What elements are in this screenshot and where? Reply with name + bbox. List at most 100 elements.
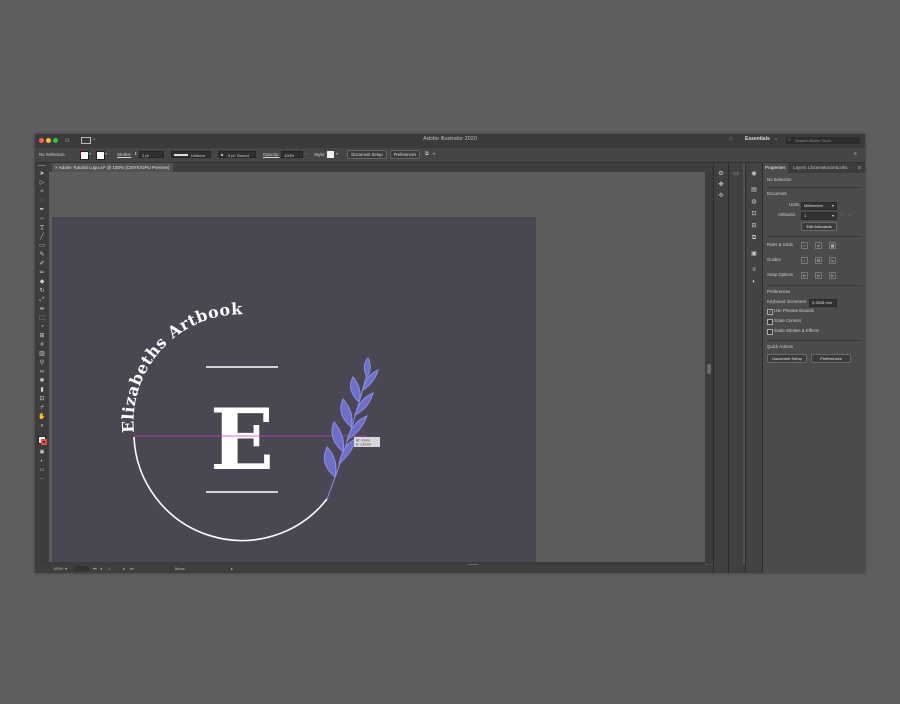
- line-tool-icon[interactable]: ╱: [38, 234, 46, 241]
- paintbrush-tool-icon[interactable]: ✎: [38, 252, 46, 259]
- zoom-tool-icon[interactable]: ⌕: [38, 423, 46, 430]
- panel-menu-icon[interactable]: ≡: [854, 151, 857, 157]
- transparency-panel-icon[interactable]: ◐: [750, 279, 758, 286]
- pencil-tool-icon[interactable]: ✏: [38, 270, 46, 277]
- blend-tool-icon[interactable]: ∞: [38, 369, 46, 376]
- use-preview-bounds-checkbox[interactable]: ✓: [767, 309, 773, 315]
- chevron-left-icon[interactable]: ‹: [841, 212, 842, 217]
- rotate-view-field[interactable]: [75, 566, 89, 571]
- workspace-switcher[interactable]: Essentials: [745, 136, 770, 142]
- brush-definition[interactable]: 5 pt. Round: [218, 151, 256, 158]
- toolbar-grip[interactable]: [38, 165, 46, 166]
- scale-strokes-checkbox[interactable]: [767, 329, 773, 335]
- show-guides-icon[interactable]: ⫶: [801, 257, 808, 264]
- artboard-tool-icon[interactable]: ⊡: [38, 396, 46, 403]
- rotate-tool-icon[interactable]: ↻: [38, 288, 46, 295]
- curvature-tool-icon[interactable]: ∽: [38, 216, 46, 223]
- snap-to-pixel-icon[interactable]: ⊳: [829, 272, 836, 279]
- more-tools-icon[interactable]: ···: [38, 476, 46, 483]
- draw-mode-icon[interactable]: ◐: [38, 458, 46, 465]
- properties-panel-icon[interactable]: ⚙: [717, 171, 725, 178]
- symbol-sprayer-tool-icon[interactable]: ✺: [38, 378, 46, 385]
- rulers-icon[interactable]: ⌐: [801, 242, 808, 249]
- appearance-panel-icon[interactable]: ✥: [717, 182, 725, 189]
- artboard-dropdown[interactable]: 1 ▾: [801, 212, 837, 220]
- document-setup-button[interactable]: Document Setup: [347, 150, 387, 159]
- close-tab-icon[interactable]: ×: [55, 165, 58, 170]
- scale-corners-checkbox[interactable]: [767, 319, 773, 325]
- chevron-down-icon[interactable]: ▾: [336, 151, 338, 156]
- panel-menu-icon[interactable]: ≡: [858, 165, 861, 171]
- canvas-area[interactable]: Elizabeths Artbook E W: -0 mm H: 1.6 mm: [49, 172, 705, 564]
- gradient-tool-icon[interactable]: ▥: [38, 351, 46, 358]
- stroke-weight-field[interactable]: 2 pt: [139, 151, 164, 158]
- document-info-icon[interactable]: ▤: [750, 187, 758, 194]
- slice-tool-icon[interactable]: ⌿: [38, 405, 46, 412]
- graphic-style-swatch[interactable]: [327, 151, 334, 158]
- chevron-down-icon[interactable]: ⌄: [774, 136, 778, 142]
- artboard-number[interactable]: 1: [108, 565, 110, 573]
- direct-selection-tool-icon[interactable]: ▷: [38, 180, 46, 187]
- perspective-grid-tool-icon[interactable]: ⊞: [38, 333, 46, 340]
- artboards-panel-icon[interactable]: ▭: [732, 171, 740, 178]
- chevron-down-icon[interactable]: ▾: [105, 151, 107, 156]
- pixel-grid-icon[interactable]: ▦: [829, 242, 836, 249]
- tab-links[interactable]: Links: [837, 163, 848, 173]
- chevron-down-icon[interactable]: ▾: [65, 565, 67, 573]
- last-artboard-icon[interactable]: ⏭: [130, 565, 134, 573]
- logo-artwork[interactable]: Elizabeths Artbook E W: -0 mm H: 1.6 mm: [49, 172, 705, 562]
- first-artboard-icon[interactable]: ⏮: [93, 565, 97, 573]
- lightbulb-icon[interactable]: ♢: [728, 136, 733, 143]
- color-mode-icon[interactable]: ▣: [38, 449, 46, 456]
- leaf-branch[interactable]: [323, 357, 379, 500]
- opacity-label[interactable]: Opacity:: [263, 151, 280, 159]
- stroke-label[interactable]: Stroke:: [117, 151, 131, 159]
- chevron-down-icon[interactable]: ▾: [89, 151, 91, 156]
- preferences-button[interactable]: Preferences: [811, 354, 851, 363]
- lock-guides-icon[interactable]: ⊟: [815, 257, 822, 264]
- grid-icon[interactable]: #: [815, 242, 822, 249]
- search-stock-input[interactable]: ⌕ Search Adobe Stock: [786, 137, 860, 144]
- arrange-icon[interactable]: ⧉: [425, 151, 429, 157]
- pen-tool-icon[interactable]: ✒: [38, 207, 46, 214]
- magic-wand-tool-icon[interactable]: ✧: [38, 189, 46, 196]
- document-tab[interactable]: × Adobe Tutorial Logo.ai* @ 150% (CMYK/G…: [52, 163, 173, 172]
- chevron-right-icon[interactable]: ›: [849, 212, 850, 217]
- document-setup-button[interactable]: Document Setup: [767, 354, 807, 363]
- navigator-panel-icon[interactable]: ✣: [717, 193, 725, 200]
- align-panel-icon[interactable]: ⊟: [750, 223, 758, 230]
- stroke-stepper-icon[interactable]: ⬍: [134, 151, 137, 156]
- stroke-panel-icon[interactable]: ≡: [750, 267, 758, 274]
- color-guide-icon[interactable]: ◍: [750, 199, 758, 206]
- snap-to-grid-icon[interactable]: ⊳: [815, 272, 822, 279]
- eraser-tool-icon[interactable]: ◆: [38, 279, 46, 286]
- gradient-panel-icon[interactable]: ▣: [750, 251, 758, 258]
- selection-tool-icon[interactable]: ➤: [38, 171, 46, 178]
- screen-mode-icon[interactable]: ▭: [38, 467, 46, 474]
- hand-tool-icon[interactable]: ✋: [38, 414, 46, 421]
- rectangle-tool-icon[interactable]: ▭: [38, 243, 46, 250]
- stroke-swatch[interactable]: [96, 151, 105, 160]
- chevron-right-icon[interactable]: ›: [305, 151, 306, 156]
- zoom-level[interactable]: 150%: [53, 565, 63, 573]
- tab-layers[interactable]: Layers: [793, 163, 807, 173]
- snap-to-point-icon[interactable]: ⊳: [801, 272, 808, 279]
- prev-artboard-icon[interactable]: ◂: [100, 565, 102, 573]
- tab-actions[interactable]: Actions: [823, 163, 838, 173]
- next-artboard-icon[interactable]: ▸: [123, 565, 125, 573]
- chevron-down-icon[interactable]: ▾: [433, 151, 435, 156]
- monogram-letter[interactable]: E: [210, 390, 274, 489]
- shaper-tool-icon[interactable]: ✐: [38, 261, 46, 268]
- edit-artboards-button[interactable]: Edit Artboards: [801, 222, 837, 231]
- units-dropdown[interactable]: Millimeters ▾: [801, 202, 837, 210]
- vertical-scrollbar[interactable]: [705, 172, 713, 564]
- current-tool-status[interactable]: Move: [175, 565, 185, 573]
- smart-guides-icon[interactable]: ↳: [829, 257, 836, 264]
- lasso-tool-icon[interactable]: ◌: [38, 198, 46, 205]
- transform-panel-icon[interactable]: ⊡: [750, 211, 758, 218]
- width-tool-icon[interactable]: ⥈: [38, 306, 46, 313]
- tab-properties[interactable]: Properties: [763, 163, 788, 173]
- eyedropper-tool-icon[interactable]: ⚲: [38, 360, 46, 367]
- shape-builder-tool-icon[interactable]: ◔: [38, 324, 46, 331]
- stroke-color-swatch[interactable]: [41, 439, 47, 445]
